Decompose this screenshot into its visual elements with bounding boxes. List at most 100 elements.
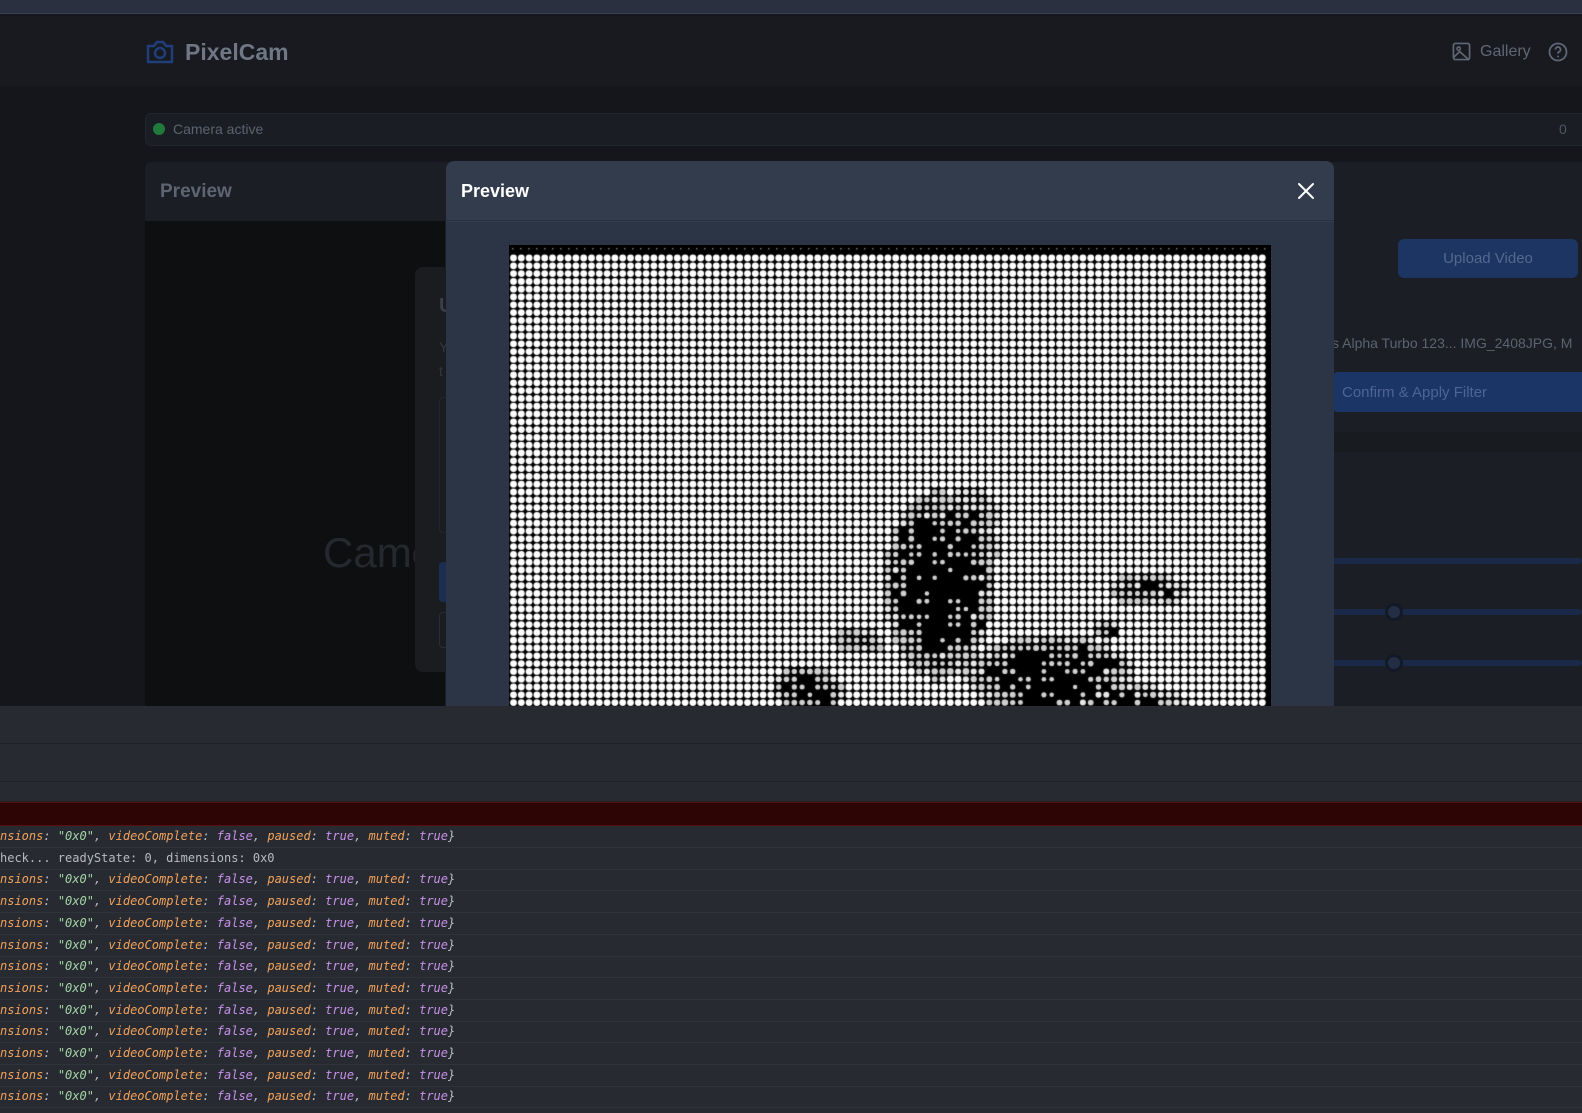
console-log-row[interactable]: nsions: "0x0", videoComplete: false, pau… [0,935,1582,957]
app-logo[interactable]: PixelCam [145,38,289,66]
console-log-row[interactable]: nsions: "0x0", videoComplete: false, pau… [0,956,1582,979]
log-token: , [93,937,109,952]
console-log-row[interactable]: nsions: "0x0", videoComplete: false, pau… [0,891,1582,914]
log-token: : [43,1024,58,1039]
log-token: paused [267,1046,311,1060]
log-token: true [325,915,355,930]
log-token: true [419,1024,448,1039]
log-token: nsions [0,894,44,909]
background-dialog-text: t [439,363,443,379]
log-token: false [216,937,253,952]
log-token: } [448,829,456,843]
log-token: false [216,1089,253,1104]
console-log-row[interactable]: heck... readyState: 0, dimensions: 0x0 [0,848,1582,870]
console-log-row[interactable]: nsions: "0x0", videoComplete: false, pau… [0,869,1582,892]
log-token: : [43,1067,58,1082]
upload-video-button[interactable]: Upload Video [1398,239,1578,278]
log-token: paused [267,937,311,952]
log-token: : [43,894,58,909]
console-error-row[interactable] [0,802,1582,826]
log-token: true [419,959,448,974]
log-token: } [448,937,456,952]
log-token: true [419,1089,448,1104]
log-token: "0x0" [57,1067,94,1082]
log-token: true [419,1002,448,1017]
log-token: , [93,872,109,887]
log-token: muted [368,959,405,974]
console-log-row[interactable]: nsions: "0x0", videoComplete: false, pau… [0,1086,1582,1109]
log-token: : [404,894,420,909]
log-token: , [252,872,268,887]
log-token: : [404,1089,420,1104]
log-token: true [419,894,448,909]
log-token: : [404,937,420,952]
confirm-apply-filter-button[interactable]: Confirm & Apply Filter [1332,372,1582,412]
devtools-filter-bar [0,744,1582,782]
log-token: nsions [0,1024,44,1039]
help-icon[interactable] [1548,42,1568,62]
slider-thumb[interactable] [1385,654,1403,672]
log-token: true [325,872,355,887]
console-log-row[interactable]: nsions: "0x0", videoComplete: false, pau… [0,1000,1582,1022]
log-token: muted [368,915,405,930]
log-token: true [419,872,448,887]
log-token: paused [267,829,311,843]
slider-track[interactable] [1332,609,1582,615]
log-token: : [404,872,420,887]
log-token: , [252,1067,268,1082]
log-token: , [252,915,268,930]
log-token: : [310,872,326,887]
console-log-row[interactable]: nsions: "0x0", videoComplete: false, pau… [0,1065,1582,1087]
slider-track[interactable] [1332,660,1582,666]
console-log-row[interactable]: nsions: "0x0", videoComplete: false, pau… [0,1021,1582,1044]
log-token: false [216,959,253,974]
log-token: nsions [0,829,44,843]
log-token: muted [368,937,405,952]
slider-track[interactable] [1332,558,1582,564]
log-token: videoComplete [108,937,203,952]
log-token: muted [368,1002,405,1017]
log-token: true [419,980,448,995]
log-token: true [419,937,448,952]
log-token: , [252,894,268,909]
log-token: nsions [0,872,44,887]
log-token: : [43,980,58,995]
log-token: false [216,872,253,887]
console-log-row[interactable]: nsions: "0x0", videoComplete: false, pau… [0,978,1582,1000]
log-token: videoComplete [108,1067,203,1082]
log-token: , [354,1024,369,1039]
console-log-row[interactable]: nsions: "0x0", videoComplete: false, pau… [0,913,1582,935]
log-token: true [325,1002,355,1017]
gallery-label: Gallery [1480,42,1531,60]
log-token: nsions [0,937,44,952]
log-token: : [404,1002,420,1017]
close-icon[interactable] [1295,180,1317,202]
log-token: : [310,1067,326,1082]
log-token: } [448,1089,456,1104]
log-token: true [419,1067,448,1082]
devtools-toolbar [0,706,1582,744]
log-token: , [354,1002,369,1017]
log-token: : [202,1089,217,1104]
log-token: , [93,1089,109,1104]
log-token: , [252,980,268,995]
gallery-link[interactable]: Gallery [1452,42,1531,61]
log-token: } [448,959,456,974]
log-token: } [448,872,456,887]
camera-icon [146,40,174,64]
log-token: "0x0" [57,1024,94,1039]
camera-status-bar: Camera active 0 [145,113,1582,146]
slider-thumb[interactable] [1385,603,1403,621]
log-token: : [404,829,420,843]
modal-header: Preview [446,161,1334,221]
log-token: "0x0" [57,1002,94,1017]
log-token: videoComplete [108,1024,203,1039]
log-token: , [252,937,268,952]
log-token: nsions [0,980,44,995]
log-token: : [43,1046,58,1060]
log-token: , [93,915,109,930]
console-log-row[interactable]: nsions: "0x0", videoComplete: false, pau… [0,826,1582,848]
log-token: true [325,1046,355,1060]
log-token: paused [267,1002,311,1017]
console-log-row[interactable]: nsions: "0x0", videoComplete: false, pau… [0,1043,1582,1065]
